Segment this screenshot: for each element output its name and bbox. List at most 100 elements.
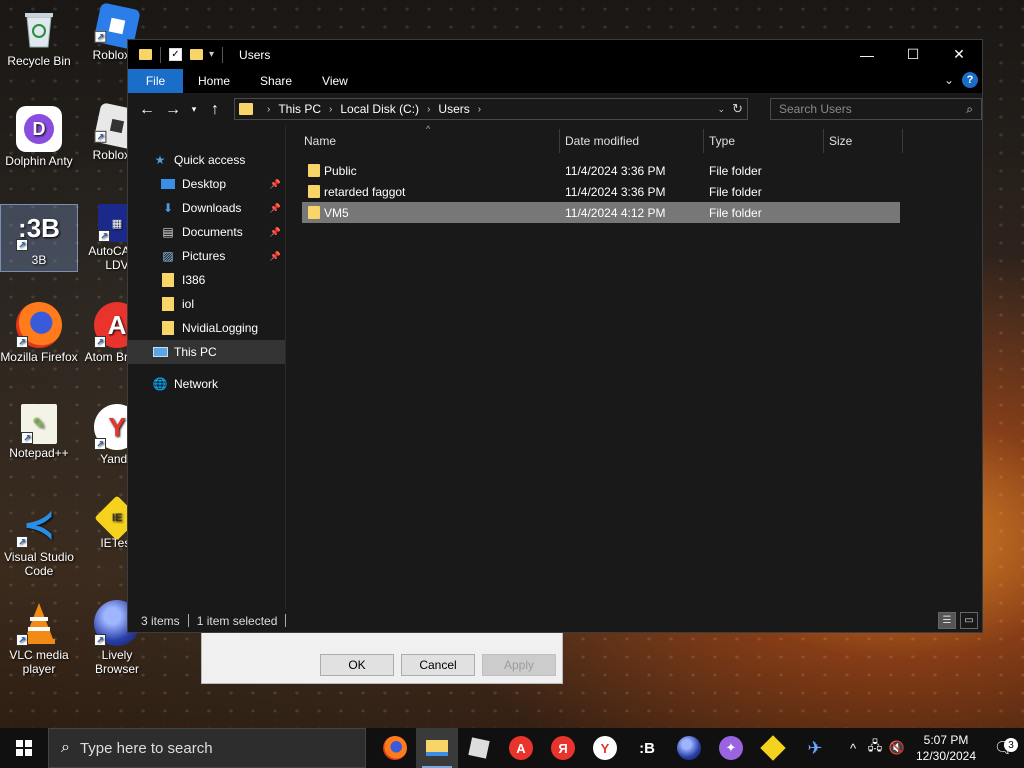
tab-home[interactable]: Home [183,69,245,93]
nav-desktop[interactable]: Desktop 📌 [128,172,285,196]
refresh-icon[interactable]: ↻ [732,101,743,117]
search-box[interactable]: ⌕ [770,98,982,120]
forward-arrow-icon[interactable]: → [160,101,186,119]
new-folder-icon[interactable] [190,49,203,60]
notification-center[interactable]: 🗨 3 [984,738,1024,758]
tab-view[interactable]: View [307,69,363,93]
network-icon[interactable]: 🖧 [864,737,886,759]
taskbar-yandex-browser[interactable]: Я [542,728,584,768]
clock[interactable]: 5:07 PM 12/30/2024 [908,732,984,764]
chevron-right-icon[interactable]: › [427,104,430,115]
file-date: 11/4/2024 3:36 PM [565,185,666,199]
table-row[interactable]: Public 11/4/2024 3:36 PM File folder [302,160,900,181]
column-divider[interactable] [703,129,704,153]
tab-file[interactable]: File [128,69,183,93]
show-hidden-icons-icon[interactable]: ^ [842,741,864,756]
tab-share[interactable]: Share [245,69,307,93]
file-name: retarded faggot [324,185,406,199]
expand-ribbon-icon[interactable]: ⌄ [944,73,954,87]
ok-button[interactable]: OK [320,654,394,676]
yandex-y-icon: Y [593,736,617,760]
breadcrumb-users[interactable]: Users [438,102,469,116]
nav-this-pc[interactable]: This PC [128,340,285,364]
search-icon[interactable]: ⌕ [966,102,973,117]
chevron-down-icon[interactable]: ⌄ [717,104,725,115]
column-name[interactable]: Name [304,134,336,148]
nav-pictures[interactable]: ▨ Pictures 📌 [128,244,285,268]
address-bar[interactable]: › This PC › Local Disk (C:) › Users › ⌄ … [234,98,748,120]
desktop-icon-3b[interactable]: :3B ↗ 3B [0,204,78,272]
firefox-icon: ↗ [16,302,62,348]
desktop-icon-recycle-bin[interactable]: Recycle Bin [0,6,78,68]
chevron-right-icon[interactable]: › [329,104,332,115]
up-arrow-icon[interactable]: ↑ [202,101,228,119]
column-divider[interactable] [902,129,903,153]
large-icons-view-icon[interactable]: ▭ [960,612,978,629]
desktop-icon-vscode[interactable]: ≺ ↗ Visual Studio Code [0,502,78,578]
desktop-icon-notepadpp[interactable]: ✎ ↗ Notepad++ [0,404,78,460]
properties-icon[interactable]: ✓ [169,48,182,61]
help-icon[interactable]: ? [962,72,978,88]
bird-icon: ✈ [807,737,823,758]
customize-quick-access-icon[interactable]: ▾ [209,49,214,60]
table-row-selected[interactable]: VM5 11/4/2024 4:12 PM File folder [302,202,900,223]
document-icon: ▤ [162,225,174,239]
firefox-icon [383,736,407,760]
column-date-modified[interactable]: Date modified [565,134,639,148]
taskbar-ietester[interactable] [752,728,794,768]
column-headers: ^ Name Date modified Type Size [286,124,982,156]
taskbar-firefox[interactable] [374,728,416,768]
nav-folder-nvidialogging[interactable]: NvidiaLogging [128,316,285,340]
column-type[interactable]: Type [709,134,735,148]
maximize-button[interactable]: ☐ [890,40,936,69]
picture-icon: ▨ [162,249,174,263]
taskbar-atom-browser[interactable]: A [500,728,542,768]
details-view-icon[interactable]: ☰ [938,612,956,629]
chevron-right-icon[interactable]: › [478,104,481,115]
taskbar-lively[interactable] [668,728,710,768]
desktop-icon-vlc[interactable]: ↗ VLC media player [0,600,78,676]
nav-quick-access[interactable]: ★ Quick access [128,148,285,172]
column-divider[interactable] [823,129,824,153]
start-button[interactable] [0,728,48,768]
taskbar-app-11[interactable]: ✈ [794,728,836,768]
breadcrumb-local-disk[interactable]: Local Disk (C:) [340,102,419,116]
desktop-icon-dolphin-anty[interactable]: D Dolphin Anty [0,106,78,168]
taskbar-yandex[interactable]: Y [584,728,626,768]
taskbar-search-box[interactable]: ⌕ Type here to search [48,728,366,768]
nav-label: I386 [182,273,206,287]
close-button[interactable]: ✕ [936,40,982,69]
breadcrumb-this-pc[interactable]: This PC [278,102,321,116]
desktop-icon-label: Notepad++ [9,446,69,460]
notepadpp-icon: ✎ ↗ [21,404,57,444]
nav-label: NvidiaLogging [182,321,259,335]
file-type: File folder [709,206,762,220]
cancel-button[interactable]: Cancel [401,654,475,676]
back-arrow-icon[interactable]: ← [134,101,160,119]
taskbar-roblox[interactable] [458,728,500,768]
nav-label: Network [174,377,219,391]
volume-muted-icon[interactable]: 🔇 [886,740,908,756]
taskbar-3b[interactable]: :B [626,728,668,768]
nav-folder-i386[interactable]: I386 [128,268,285,292]
taskbar-app-9[interactable]: ✦ [710,728,752,768]
recent-locations-icon[interactable]: ▾ [186,104,202,115]
search-input[interactable] [779,102,955,116]
nav-documents[interactable]: ▤ Documents 📌 [128,220,285,244]
window-title: Users [239,47,271,62]
table-row[interactable]: retarded faggot 11/4/2024 3:36 PM File f… [302,181,900,202]
taskbar-file-explorer[interactable] [416,728,458,768]
title-bar[interactable]: ✓ ▾ Users — ☐ ✕ [128,40,982,69]
nav-folder-iol[interactable]: iol [128,292,285,316]
separator [222,46,224,63]
file-explorer-window: ✓ ▾ Users — ☐ ✕ File Home Share View ⌄ ?… [127,39,983,633]
nav-network[interactable]: 🌐 Network [128,372,285,396]
desktop-icon-label: Mozilla Firefox [0,350,78,364]
column-size[interactable]: Size [829,134,852,148]
nav-downloads[interactable]: ⬇ Downloads 📌 [128,196,285,220]
minimize-button[interactable]: — [844,40,890,69]
desktop-icon-firefox[interactable]: ↗ Mozilla Firefox [0,302,78,364]
navigation-pane: ★ Quick access Desktop 📌 ⬇ Downloads 📌 ▤… [128,126,286,609]
column-divider[interactable] [559,129,560,153]
chevron-right-icon[interactable]: › [267,104,270,115]
